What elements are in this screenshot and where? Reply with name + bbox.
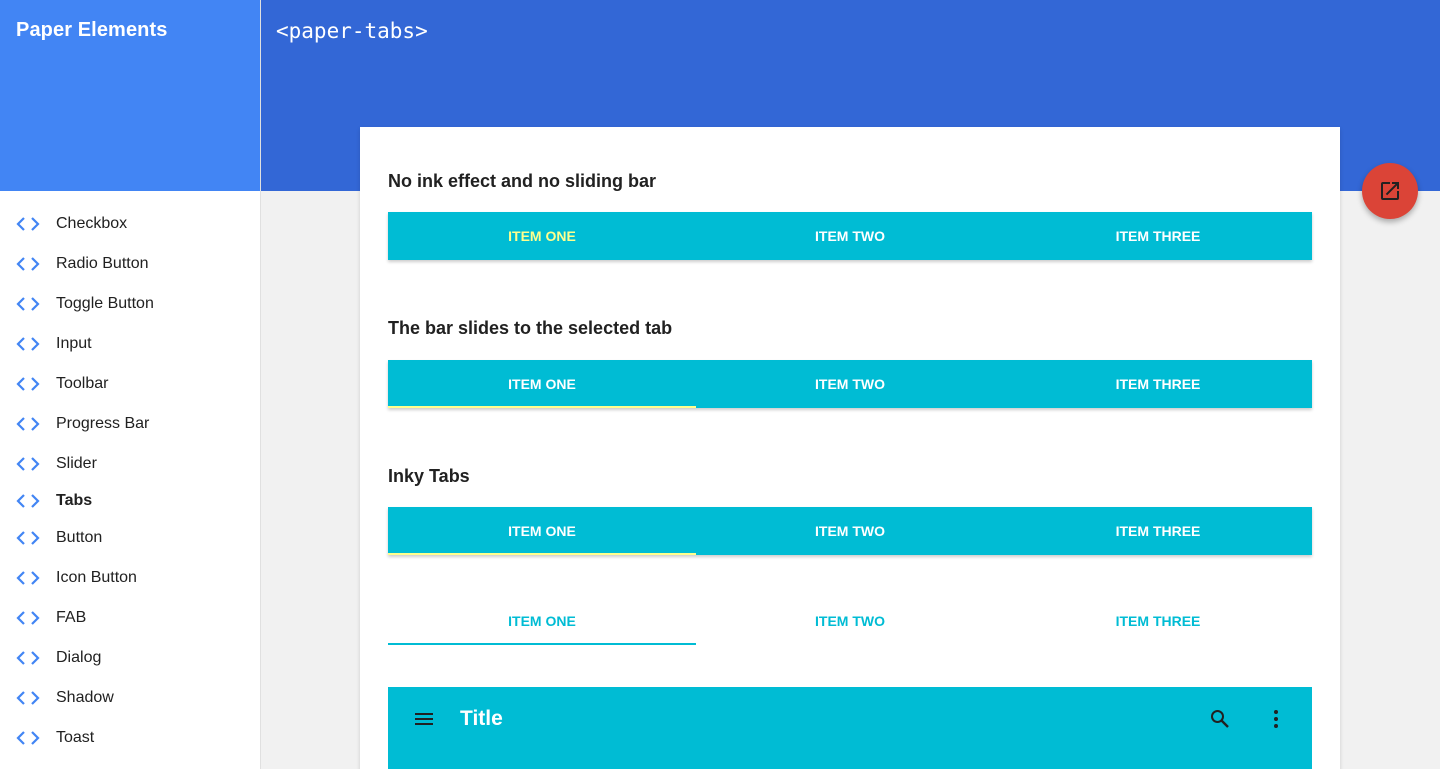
tab-item-one[interactable]: ITEM ONE xyxy=(388,507,696,555)
sidebar-item-label: Slider xyxy=(56,455,97,472)
code-icon xyxy=(16,531,40,545)
tab-label: ITEM TWO xyxy=(815,228,885,244)
code-icon xyxy=(16,457,40,471)
selection-bar xyxy=(388,406,696,408)
open-in-new-icon xyxy=(1381,182,1399,200)
sidebar-header: Paper Elements xyxy=(0,0,260,191)
sidebar-item-slider[interactable]: Slider xyxy=(0,444,260,484)
code-icon xyxy=(16,494,40,508)
tab-item-one[interactable]: ITEM ONE xyxy=(388,597,696,645)
tabs-plain: ITEM ONE ITEM TWO ITEM THREE xyxy=(388,597,1312,645)
code-icon xyxy=(16,297,40,311)
sidebar: Paper Elements Checkbox Radio Button Tog… xyxy=(0,0,261,769)
menu-icon[interactable] xyxy=(412,707,436,731)
sidebar-item-label: Dialog xyxy=(56,649,102,666)
tab-label: ITEM TWO xyxy=(815,523,885,539)
sidebar-item-toast[interactable]: Toast xyxy=(0,718,260,758)
sidebar-item-button[interactable]: Button xyxy=(0,518,260,558)
tab-item-two[interactable]: ITEM TWO xyxy=(696,212,1004,260)
sidebar-title: Paper Elements xyxy=(16,19,168,41)
tab-item-three[interactable]: ITEM THREE xyxy=(1004,212,1312,260)
sidebar-item-toggle-button[interactable]: Toggle Button xyxy=(0,284,260,324)
code-icon xyxy=(16,377,40,391)
sidebar-item-toolbar[interactable]: Toolbar xyxy=(0,364,260,404)
demo-toolbar: Title xyxy=(388,687,1312,769)
sidebar-item-fab[interactable]: FAB xyxy=(0,598,260,638)
sidebar-item-label: Icon Button xyxy=(56,569,137,586)
sidebar-item-label: Toggle Button xyxy=(56,295,154,312)
code-icon xyxy=(16,417,40,431)
sidebar-item-label: Shadow xyxy=(56,689,114,706)
tab-label: ITEM ONE xyxy=(508,613,576,629)
tabs-sliding-bar: ITEM ONE ITEM TWO ITEM THREE xyxy=(388,360,1312,408)
tab-label: ITEM THREE xyxy=(1115,613,1201,629)
code-icon xyxy=(16,651,40,665)
nav-list: Checkbox Radio Button Toggle Button Inpu… xyxy=(0,204,260,758)
tab-label: ITEM ONE xyxy=(508,376,576,392)
sidebar-item-label: Input xyxy=(56,335,92,352)
tab-label: ITEM THREE xyxy=(1115,228,1201,244)
selection-bar xyxy=(388,553,696,555)
tab-item-two[interactable]: ITEM TWO xyxy=(696,597,1004,645)
open-in-new-button[interactable] xyxy=(1362,163,1418,219)
sidebar-item-label: Radio Button xyxy=(56,255,149,272)
selection-bar xyxy=(388,643,696,645)
sidebar-item-label: Checkbox xyxy=(56,215,128,232)
tab-item-one[interactable]: ITEM ONE xyxy=(388,360,696,408)
sidebar-item-radio-button[interactable]: Radio Button xyxy=(0,244,260,284)
code-icon xyxy=(16,337,40,351)
tab-label: ITEM TWO xyxy=(815,613,885,629)
sidebar-item-dialog[interactable]: Dialog xyxy=(0,638,260,678)
demo-card: No ink effect and no sliding bar ITEM ON… xyxy=(360,127,1340,769)
page-title: <paper-tabs> xyxy=(276,19,428,43)
tab-item-two[interactable]: ITEM TWO xyxy=(696,360,1004,408)
section-title: Inky Tabs xyxy=(388,466,470,486)
more-vert-icon[interactable] xyxy=(1264,707,1288,731)
code-icon xyxy=(16,691,40,705)
tab-item-three[interactable]: ITEM THREE xyxy=(1004,507,1312,555)
tab-label: ITEM THREE xyxy=(1115,376,1201,392)
tabs-no-ink: ITEM ONE ITEM TWO ITEM THREE xyxy=(388,212,1312,260)
tab-label: ITEM ONE xyxy=(508,523,576,539)
tab-label: ITEM THREE xyxy=(1115,523,1201,539)
tab-item-two[interactable]: ITEM TWO xyxy=(696,507,1004,555)
tabs-inky: ITEM ONE ITEM TWO ITEM THREE xyxy=(388,507,1312,555)
code-icon xyxy=(16,571,40,585)
sidebar-item-progress-bar[interactable]: Progress Bar xyxy=(0,404,260,444)
code-icon xyxy=(16,611,40,625)
sidebar-item-checkbox[interactable]: Checkbox xyxy=(0,204,260,244)
sidebar-item-label: Toast xyxy=(56,729,95,746)
tab-label: ITEM ONE xyxy=(508,228,576,244)
search-icon[interactable] xyxy=(1208,707,1232,731)
tab-item-three[interactable]: ITEM THREE xyxy=(1004,597,1312,645)
sidebar-item-label: FAB xyxy=(56,609,87,626)
sidebar-item-label: Progress Bar xyxy=(56,415,150,432)
tab-item-three[interactable]: ITEM THREE xyxy=(1004,360,1312,408)
tab-label: ITEM TWO xyxy=(815,376,885,392)
sidebar-item-label: Button xyxy=(56,529,103,546)
sidebar-item-input[interactable]: Input xyxy=(0,324,260,364)
code-icon xyxy=(16,257,40,271)
code-icon xyxy=(16,217,40,231)
sidebar-item-tabs[interactable]: Tabs xyxy=(0,484,260,518)
sidebar-item-shadow[interactable]: Shadow xyxy=(0,678,260,718)
sidebar-item-label: Toolbar xyxy=(56,375,109,392)
section-title: The bar slides to the selected tab xyxy=(388,318,673,338)
sidebar-item-icon-button[interactable]: Icon Button xyxy=(0,558,260,598)
toolbar-title: Title xyxy=(460,707,503,730)
sidebar-item-label: Tabs xyxy=(56,492,93,509)
tab-item-one[interactable]: ITEM ONE xyxy=(388,212,696,260)
code-icon xyxy=(16,731,40,745)
section-title: No ink effect and no sliding bar xyxy=(388,171,657,191)
